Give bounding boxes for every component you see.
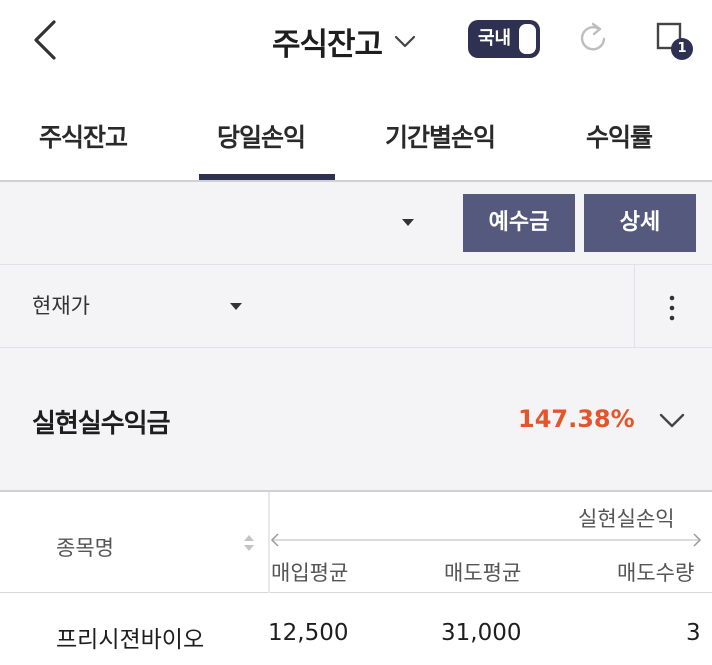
chevron-down-icon	[394, 35, 416, 48]
sort-toggle-icon[interactable]	[242, 532, 256, 554]
page-title-dropdown[interactable]: 주식잔고	[272, 18, 418, 64]
deposit-button[interactable]: 예수금	[463, 194, 575, 252]
market-toggle-label: 국내	[478, 28, 512, 49]
toggle-knob	[519, 24, 536, 54]
sort-caret-icon	[230, 303, 242, 310]
column-group-header: 실현실손익	[578, 507, 675, 531]
stock-name: 프리시젼바이오	[56, 627, 205, 653]
divider	[634, 265, 635, 347]
column-header-sell-avg: 매도평균	[444, 561, 522, 585]
sort-row	[0, 265, 712, 348]
sell-average: 31,000	[441, 620, 522, 646]
column-header-sell-qty: 매도수량	[617, 561, 695, 585]
profit-rate: 147.38%	[518, 405, 635, 433]
dropdown-caret-icon	[402, 219, 414, 226]
column-header-name: 종목명	[56, 536, 114, 560]
expand-chevron-icon[interactable]	[656, 404, 688, 436]
sell-quantity: 3	[686, 620, 701, 646]
notification-badge: 1	[671, 38, 693, 60]
summary-label: 실현실수익금	[32, 409, 171, 439]
detail-button[interactable]: 상세	[584, 194, 696, 252]
back-arrow-icon[interactable]	[28, 18, 68, 62]
column-header-buy-avg: 매입평균	[271, 561, 349, 585]
buy-average: 12,500	[268, 620, 349, 646]
account-select[interactable]	[0, 182, 440, 264]
more-options-icon[interactable]	[668, 294, 676, 322]
tab-daily-pnl[interactable]: 당일손익	[217, 118, 306, 154]
tab-stock-balance[interactable]: 주식잔고	[39, 118, 128, 154]
horizontal-scroll-indicator	[270, 533, 702, 547]
tab-period-pnl[interactable]: 기간별손익	[385, 118, 496, 154]
refresh-icon[interactable]	[575, 20, 611, 56]
tab-return-rate[interactable]: 수익률	[586, 118, 653, 154]
sort-select[interactable]: 현재가	[32, 290, 90, 320]
page-title: 주식잔고	[272, 26, 383, 63]
tab-bar: 주식잔고 당일손익 기간별손익 수익률	[0, 96, 712, 182]
active-tab-indicator	[199, 174, 335, 180]
